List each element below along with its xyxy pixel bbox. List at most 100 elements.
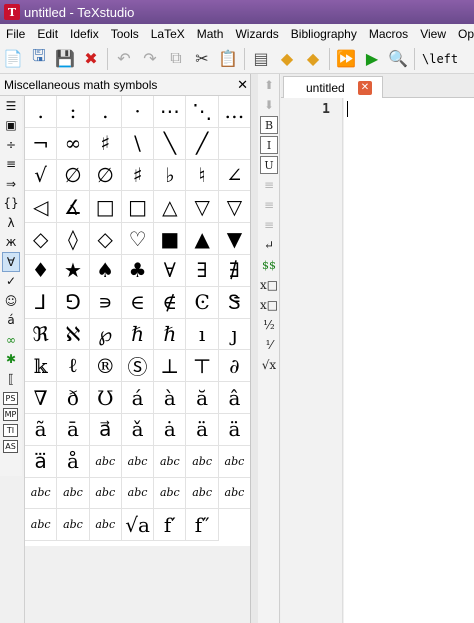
accent-icon[interactable]: á	[2, 311, 20, 331]
symbol-cell[interactable]: ∡	[57, 191, 90, 224]
symbol-cell[interactable]: ℓ	[57, 350, 90, 383]
greek-icon[interactable]: λ	[2, 213, 20, 233]
symbol-cell[interactable]: á	[121, 382, 155, 414]
symbol-cell[interactable]: ā	[57, 413, 90, 446]
symbol-cell[interactable]: ⅁	[57, 286, 90, 319]
symbol-cell[interactable]: ∅	[57, 159, 90, 192]
symbol-cell[interactable]: ▽	[218, 191, 252, 224]
symbol-cell[interactable]: △	[154, 191, 187, 224]
close-file-icon[interactable]: ✖	[79, 47, 103, 71]
symbol-cell[interactable]: ◇	[25, 223, 58, 255]
symbol-cell[interactable]: abc	[154, 477, 187, 510]
symbol-cell[interactable]: ∞	[57, 127, 90, 160]
cut-icon[interactable]: ✂	[190, 47, 214, 71]
bookmark-next-icon[interactable]: ◆	[301, 47, 325, 71]
menu-item-latex[interactable]: LaTeX	[145, 24, 191, 44]
menu-item-edit[interactable]: Edit	[31, 24, 64, 44]
symbol-cell[interactable]: ▼	[218, 223, 252, 255]
symbol-cell[interactable]: ╲	[154, 127, 187, 160]
log-icon[interactable]: ▤	[249, 47, 273, 71]
symbol-cell[interactable]: abc	[218, 477, 252, 510]
dfrac-icon[interactable]: ⅟	[260, 336, 278, 354]
symbol-cell[interactable]: ∠	[218, 159, 252, 192]
symbol-cell[interactable]: Ⓢ	[121, 350, 155, 383]
symbol-cell[interactable]: ∇	[25, 382, 58, 414]
mp-icon[interactable]: MP	[3, 407, 18, 421]
subscript-icon[interactable]: x□	[260, 276, 278, 294]
symbol-cell[interactable]: ♯	[89, 127, 122, 160]
sqrt-icon[interactable]: √x	[260, 356, 278, 374]
align-center-icon[interactable]: ≡	[260, 196, 278, 214]
relations-icon[interactable]: ≡	[2, 155, 20, 175]
arrows-icon[interactable]: ⇒	[2, 174, 20, 194]
symbol-cell[interactable]: Ꮥ	[218, 286, 252, 319]
math-dollar-icon[interactable]: $$	[260, 256, 278, 274]
symbol-cell[interactable]: ȧ	[154, 413, 187, 446]
symbol-cell[interactable]: abc	[121, 445, 155, 478]
symbol-cell[interactable]: abc	[57, 509, 90, 542]
delimiters-icon[interactable]: {}	[2, 194, 20, 214]
symbol-cell[interactable]: ▲	[186, 223, 219, 255]
symbol-cell[interactable]: ⅃	[25, 286, 58, 319]
symbol-cell[interactable]: abc	[186, 445, 219, 478]
symbol-cell[interactable]: ă	[186, 382, 219, 414]
symbol-cell[interactable]: ǎ	[121, 413, 155, 446]
redo-icon[interactable]: ↷	[138, 47, 162, 71]
symbol-cell[interactable]: ℏ	[154, 318, 187, 351]
bold-icon[interactable]: B	[260, 116, 278, 134]
symbol-cell[interactable]: √	[25, 159, 58, 192]
menu-item-bibliography[interactable]: Bibliography	[285, 24, 363, 44]
menu-item-wizards[interactable]: Wizards	[229, 24, 284, 44]
underline-icon[interactable]: U	[260, 156, 278, 174]
symbol-cell[interactable]: å	[57, 445, 90, 478]
new-file-icon[interactable]: 📄	[1, 47, 25, 71]
symbol-cell[interactable]: ∍	[89, 286, 122, 319]
symbol-cell[interactable]: ▽	[186, 191, 219, 224]
symbol-cell[interactable]: .	[25, 96, 58, 128]
compile-icon[interactable]: ▶	[360, 47, 384, 71]
symbol-cell[interactable]: ◇	[89, 223, 122, 255]
symbol-cell[interactable]: ı	[186, 318, 219, 351]
symbol-cell[interactable]: ⋱	[186, 96, 219, 128]
symbol-cell[interactable]: ∀	[154, 254, 187, 287]
menu-item-idefix[interactable]: Idefix	[64, 24, 105, 44]
symbol-cell[interactable]: ℏ	[121, 318, 155, 351]
copy-icon[interactable]: ⧉	[164, 47, 188, 71]
check-icon[interactable]: ✓	[2, 272, 20, 292]
symbol-cell[interactable]: :	[57, 96, 90, 128]
tab-untitled[interactable]: untitled ✕	[283, 76, 383, 98]
symbol-cell[interactable]: ⊥	[154, 350, 187, 383]
infinity-icon[interactable]: ∞	[2, 330, 20, 350]
symbol-cell[interactable]: f″	[186, 509, 219, 542]
menu-item-file[interactable]: File	[0, 24, 31, 44]
paste-icon[interactable]: 📋	[216, 47, 240, 71]
symbol-cell[interactable]: ♠	[89, 254, 122, 287]
symbol-cell[interactable]: □	[121, 191, 155, 224]
symbol-cell[interactable]	[219, 509, 251, 541]
symbol-cell[interactable]: ä	[186, 413, 219, 446]
symbol-cell[interactable]: ★	[57, 254, 90, 287]
save-icon[interactable]: 💾	[53, 47, 77, 71]
cyrillic-icon[interactable]: ж	[2, 233, 20, 253]
symbol-cell[interactable]: f′	[154, 509, 187, 542]
symbol-cell[interactable]: 𝕜	[25, 350, 58, 383]
symbol-cell[interactable]: Ʊ	[89, 382, 122, 414]
ps-icon[interactable]: PS	[3, 391, 18, 405]
symbol-cell[interactable]: ♭	[154, 159, 187, 192]
symbol-cell[interactable]: .	[89, 96, 122, 128]
newline-icon[interactable]: ↵	[260, 236, 278, 254]
panel-splitter[interactable]	[250, 74, 258, 623]
left-delimiter-button[interactable]: \left	[422, 52, 458, 66]
symbol-cell[interactable]: ♣	[121, 254, 155, 287]
menu-item-view[interactable]: View	[414, 24, 452, 44]
symbol-cell[interactable]: ⊤	[186, 350, 219, 383]
symbol-cell[interactable]: ·	[121, 96, 155, 128]
symbol-cell[interactable]: â	[218, 382, 252, 414]
menu-item-op[interactable]: Op	[452, 24, 474, 44]
symbol-cell[interactable]: abc	[89, 445, 122, 478]
symbol-cell[interactable]: abc	[89, 477, 122, 510]
symbol-cell[interactable]: ȷ	[218, 318, 252, 351]
symbol-cell[interactable]: ♡	[121, 223, 155, 255]
smiley-icon[interactable]: ☺	[2, 291, 20, 311]
symbol-cell[interactable]: ℜ	[25, 318, 58, 351]
